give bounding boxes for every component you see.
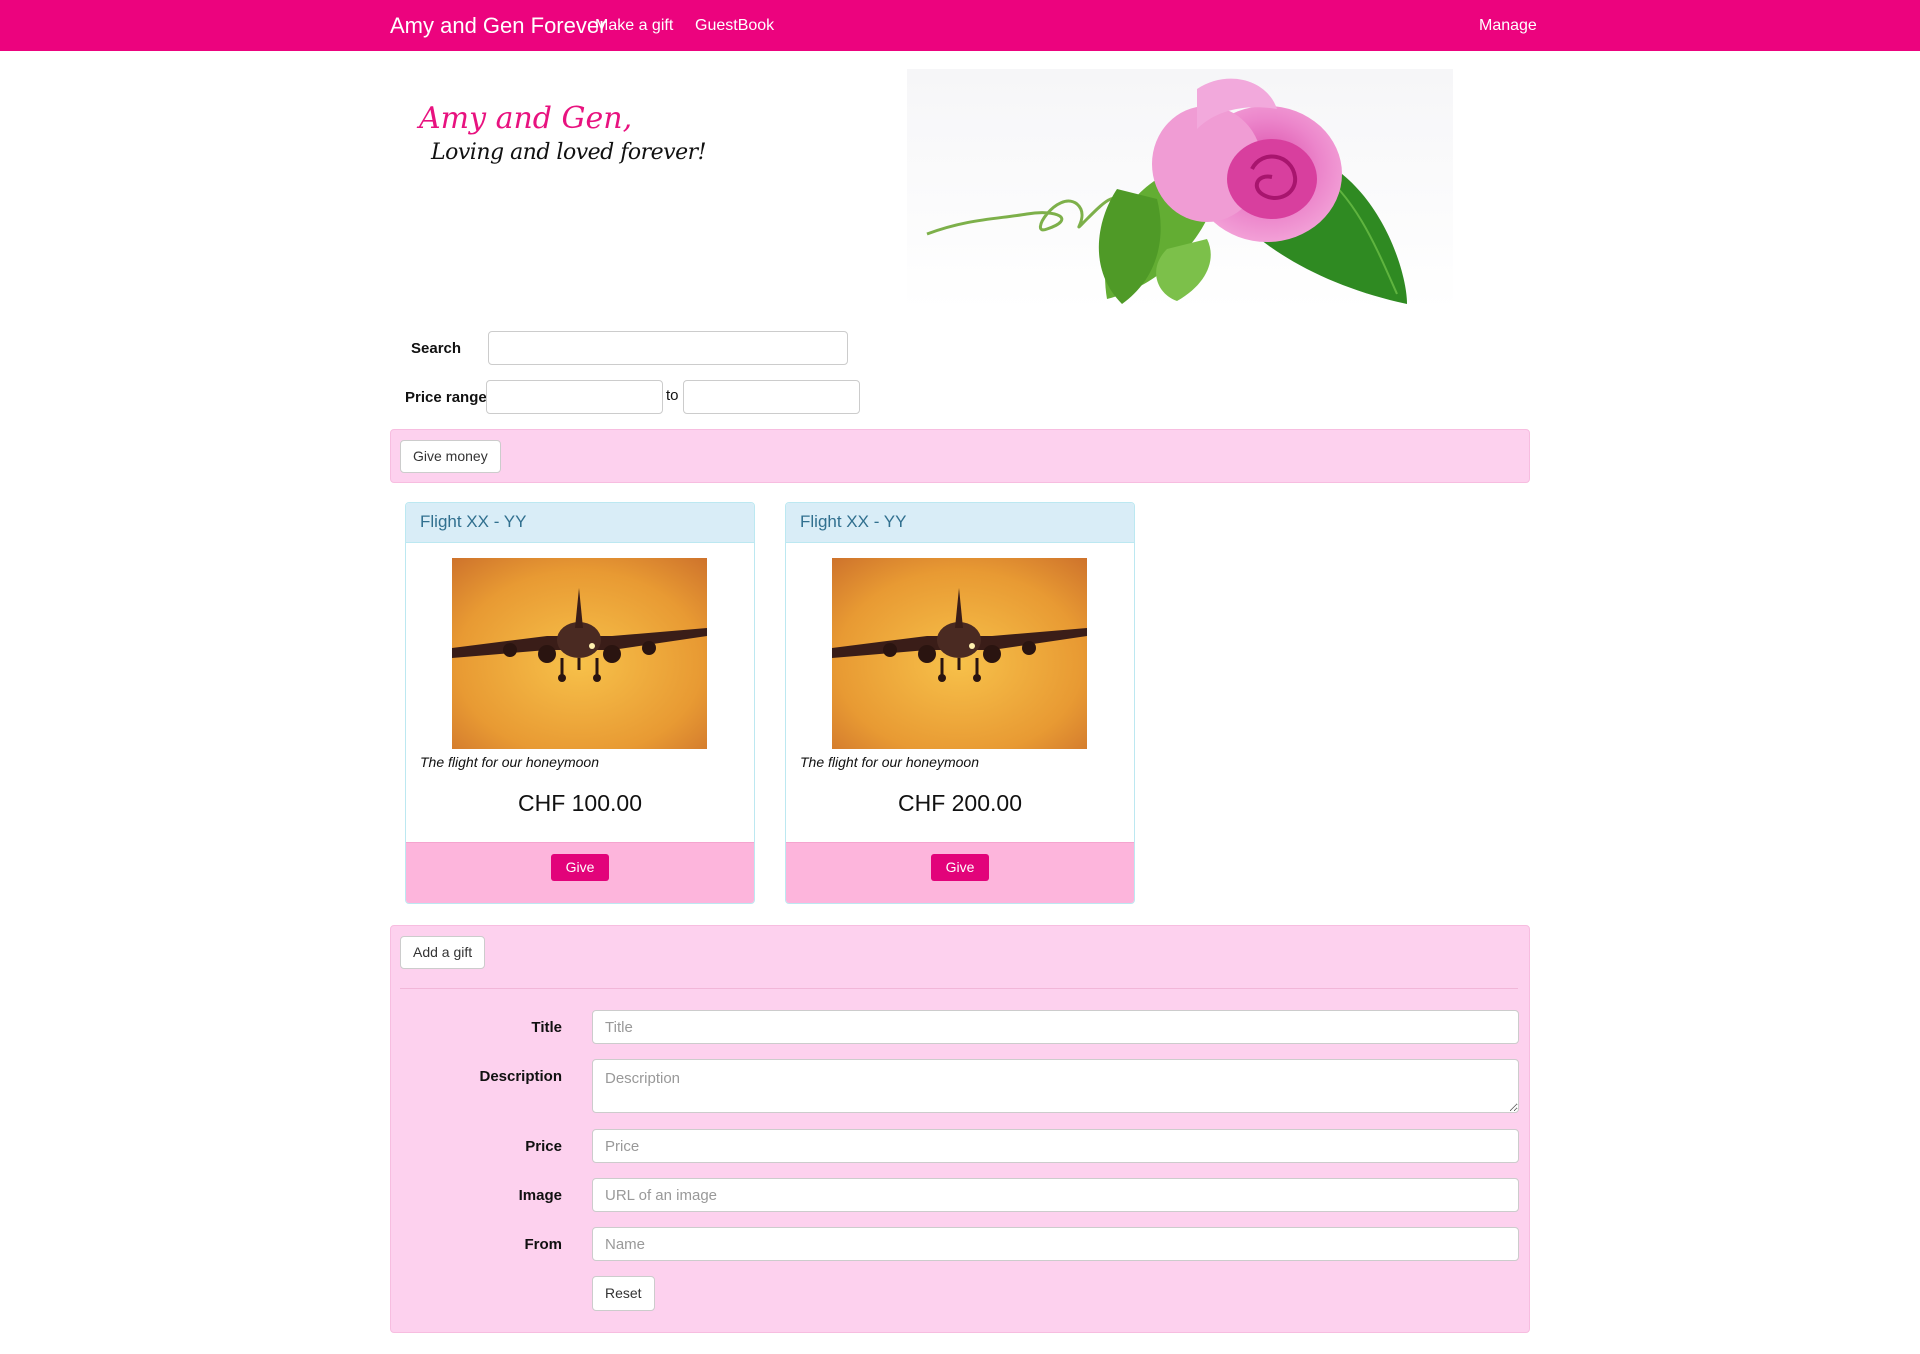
- nav-link-manage[interactable]: Manage: [1479, 0, 1537, 51]
- gift-description: The flight for our honeymoon: [800, 754, 979, 770]
- reset-button[interactable]: Reset: [592, 1276, 655, 1311]
- description-field[interactable]: [592, 1059, 1519, 1113]
- gift-card: Flight XX - YY The flight for our honeym…: [785, 502, 1135, 904]
- price-to-label: to: [666, 387, 679, 404]
- rose-icon: [907, 69, 1453, 311]
- title-field[interactable]: [592, 1010, 1519, 1044]
- price-from-input[interactable]: [486, 380, 663, 414]
- hero-subtitle: Loving and loved forever!: [431, 140, 706, 165]
- from-field[interactable]: [592, 1227, 1519, 1261]
- navbar-brand[interactable]: Amy and Gen Forever: [390, 0, 606, 51]
- give-money-button[interactable]: Give money: [400, 440, 501, 473]
- price-label: Price: [525, 1138, 562, 1155]
- add-gift-button[interactable]: Add a gift: [400, 936, 486, 969]
- airplane-icon: [452, 558, 707, 749]
- give-money-panel: Give money: [390, 429, 1530, 483]
- price-range-label: Price range: [405, 389, 487, 406]
- gift-price: CHF 100.00: [517, 790, 642, 816]
- price-to-input[interactable]: [683, 380, 860, 414]
- search-input[interactable]: [488, 331, 848, 365]
- search-label: Search: [411, 340, 462, 357]
- image-url-field[interactable]: [592, 1178, 1519, 1212]
- gift-title: Flight XX - YY: [800, 512, 907, 531]
- price-field[interactable]: [592, 1129, 1519, 1163]
- gift-price: CHF 200.00: [897, 790, 1022, 816]
- description-label: Description: [479, 1068, 562, 1085]
- give-button[interactable]: Give: [931, 854, 989, 881]
- image-label: Image: [518, 1187, 562, 1204]
- nav-link-guestbook[interactable]: GuestBook: [695, 0, 774, 51]
- gift-title: Flight XX - YY: [420, 512, 527, 531]
- form-divider: [400, 988, 1518, 989]
- navbar: Amy and Gen Forever Make a gift GuestBoo…: [0, 0, 1920, 51]
- give-button[interactable]: Give: [551, 854, 609, 881]
- airplane-icon: [832, 558, 1087, 749]
- gift-card-footer: Give: [786, 842, 1134, 903]
- gift-card-footer: Give: [406, 842, 754, 903]
- gift-description: The flight for our honeymoon: [420, 754, 599, 770]
- hero-title: Amy and Gen,: [419, 101, 633, 136]
- gift-card-header: Flight XX - YY: [406, 503, 754, 543]
- nav-link-make-a-gift[interactable]: Make a gift: [595, 0, 673, 51]
- gift-card: Flight XX - YY The flight for our honeym…: [405, 502, 755, 904]
- title-label: Title: [531, 1019, 562, 1036]
- gift-card-header: Flight XX - YY: [786, 503, 1134, 543]
- from-label: From: [524, 1236, 563, 1253]
